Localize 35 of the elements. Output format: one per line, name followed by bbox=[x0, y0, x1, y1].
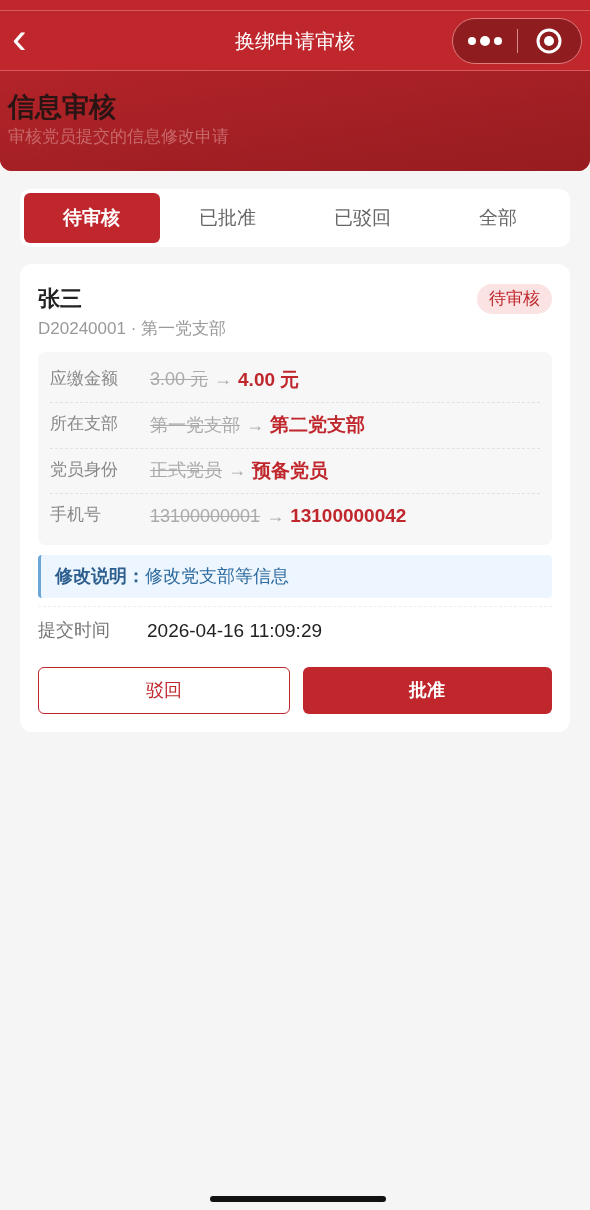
arrow-text: → bbox=[228, 459, 246, 483]
member-name: 张三 bbox=[38, 285, 82, 313]
nav-title: 换绑申请审核 bbox=[235, 28, 355, 54]
note-text: 修改党支部等信息 bbox=[145, 564, 289, 588]
field-label: 手机号 bbox=[50, 504, 102, 526]
time-label: 提交时间 bbox=[38, 619, 111, 643]
tab[interactable]: 已驳回 bbox=[295, 193, 431, 243]
field-label: 党员身份 bbox=[50, 458, 119, 481]
old-value: 13100000001 bbox=[150, 504, 261, 528]
field-label: 应缴金额 bbox=[50, 367, 119, 390]
page-subtitle: 审核党员提交的信息修改申请 bbox=[8, 126, 230, 148]
note-label: 修改说明： bbox=[55, 564, 145, 588]
tab[interactable]: 已批准 bbox=[159, 193, 295, 243]
status-badge: 待审核 bbox=[477, 284, 552, 314]
arrow-text: → bbox=[214, 368, 233, 392]
field-label: 所在支部 bbox=[50, 413, 119, 435]
more-icon bbox=[465, 33, 504, 48]
member-meta: D20240001 · 第一党支部 bbox=[38, 318, 228, 340]
time-value: 2026-04-16 11:09:29 bbox=[147, 618, 323, 643]
tab[interactable]: 待审核 bbox=[24, 193, 160, 243]
tab[interactable]: 全部 bbox=[430, 193, 566, 243]
back-button[interactable]: ‹ bbox=[12, 15, 27, 66]
old-value: 第一党支部 bbox=[150, 413, 240, 437]
target-icon bbox=[535, 26, 564, 55]
new-value: 4.00 元 bbox=[238, 367, 300, 392]
old-value: 正式党员 bbox=[150, 459, 222, 483]
new-value: 第二党支部 bbox=[270, 413, 365, 437]
new-value: 预备党员 bbox=[252, 458, 328, 483]
arrow-text: → bbox=[246, 413, 264, 437]
page-title: 信息审核 bbox=[8, 91, 117, 124]
new-value: 13100000042 bbox=[290, 504, 407, 528]
reject-button[interactable]: 驳回 bbox=[38, 667, 290, 714]
approve-button[interactable]: 批准 bbox=[302, 667, 552, 714]
old-value: 3.00 元 bbox=[150, 368, 209, 392]
arrow-text: → bbox=[266, 504, 285, 528]
